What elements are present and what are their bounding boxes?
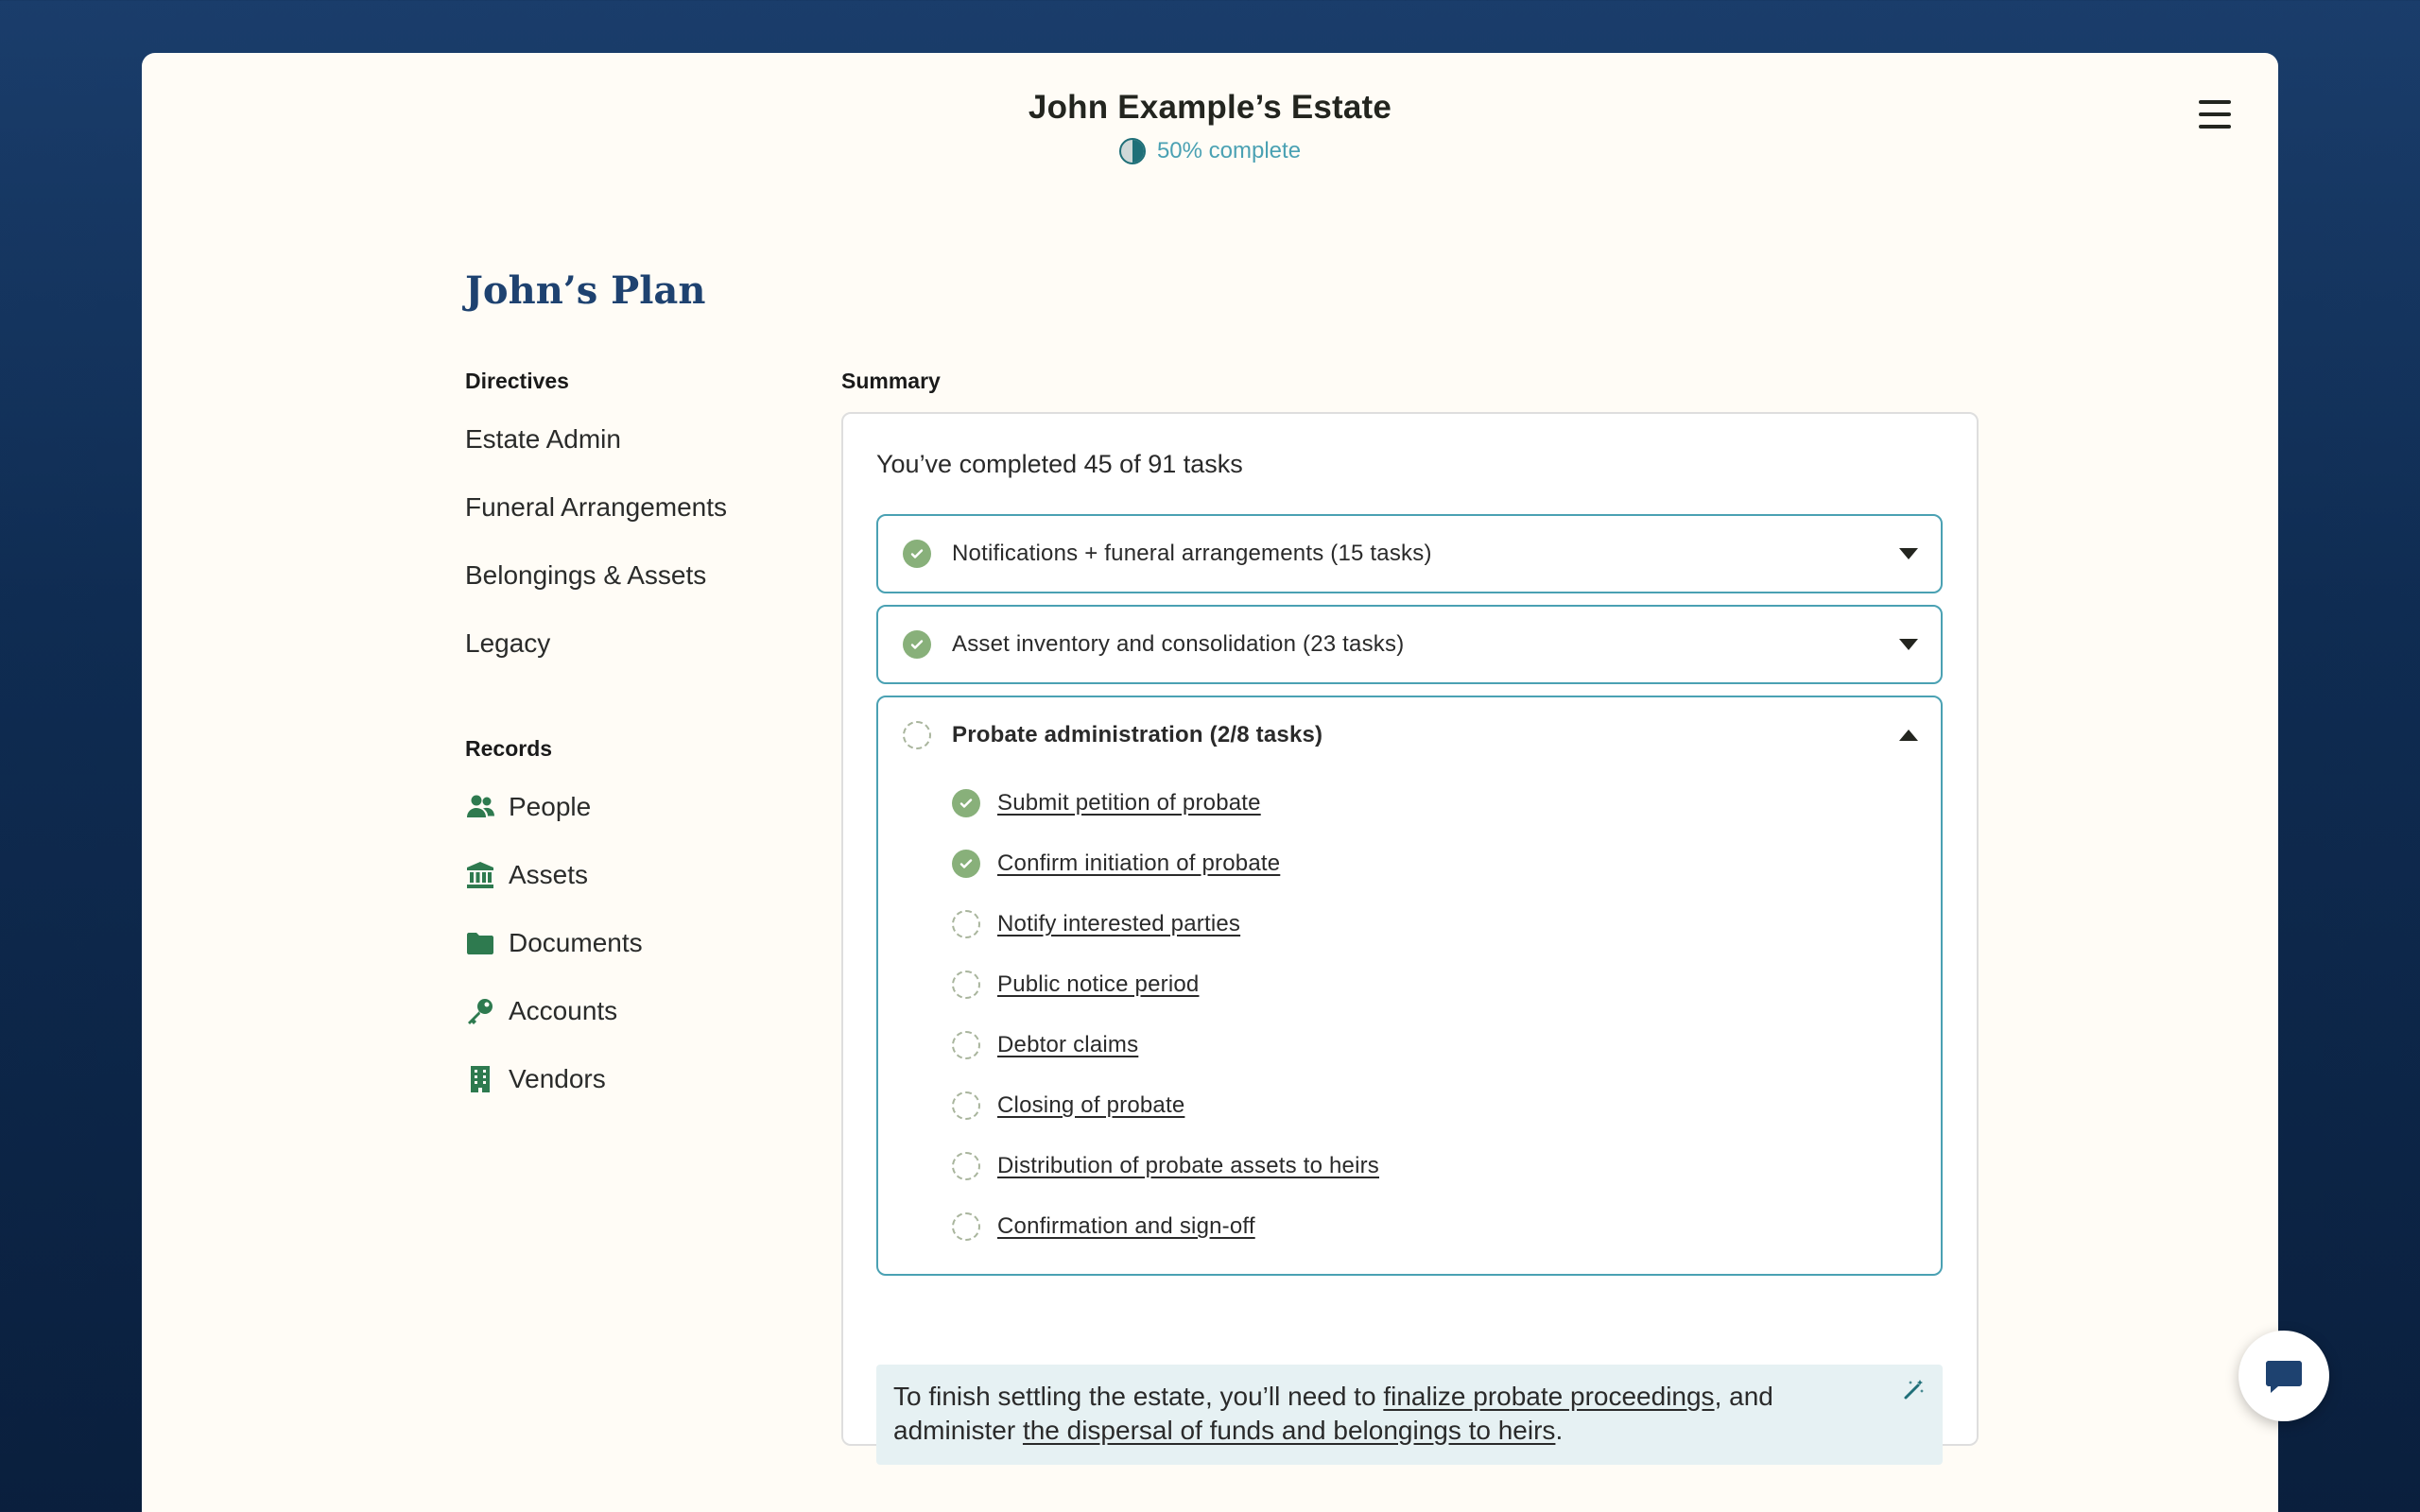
sidebar-item-belongings-assets[interactable]: Belongings & Assets bbox=[465, 541, 786, 610]
next-steps-info-box: To finish settling the estate, you’ll ne… bbox=[876, 1365, 1943, 1465]
check-circle-icon bbox=[952, 789, 980, 817]
sidebar-item-label: Estate Admin bbox=[465, 424, 621, 454]
task-link[interactable]: Distribution of probate assets to heirs bbox=[997, 1153, 1379, 1179]
sidebar-item-funeral-arrangements[interactable]: Funeral Arrangements bbox=[465, 473, 786, 541]
chevron-up-icon[interactable] bbox=[1899, 730, 1918, 741]
info-text: To finish settling the estate, you’ll ne… bbox=[893, 1382, 1384, 1411]
pending-circle-icon bbox=[952, 1212, 980, 1241]
summary-label: Summary bbox=[841, 369, 941, 393]
sidebar-item-label: Vendors bbox=[509, 1064, 606, 1093]
task-group-header[interactable]: Probate administration (2/8 tasks) bbox=[878, 697, 1941, 773]
progress-text: 50% complete bbox=[1156, 138, 1302, 163]
chevron-down-icon[interactable] bbox=[1899, 548, 1918, 559]
task-group-probate: Probate administration (2/8 tasks) Submi… bbox=[876, 696, 1943, 1276]
records-label: Records bbox=[465, 736, 553, 761]
list-item: Debtor claims bbox=[952, 1015, 1941, 1075]
list-item: Confirm initiation of probate bbox=[952, 833, 1941, 894]
magic-wand-icon bbox=[1904, 1380, 1924, 1400]
sidebar-item-assets[interactable]: Assets bbox=[465, 841, 786, 909]
sidebar-item-accounts[interactable]: Accounts bbox=[465, 977, 786, 1045]
sidebar-item-vendors[interactable]: Vendors bbox=[465, 1045, 786, 1113]
task-link[interactable]: Notify interested parties bbox=[997, 911, 1240, 937]
progress-ring-icon bbox=[1118, 138, 1146, 164]
sidebar-item-documents[interactable]: Documents bbox=[465, 909, 786, 977]
building-icon bbox=[465, 1064, 495, 1094]
sidebar: Directives Estate Admin Funeral Arrangem… bbox=[465, 369, 786, 1113]
app-card: John Example’s Estate 50% complete John’… bbox=[142, 53, 2278, 1512]
chat-bubble-icon bbox=[2266, 1361, 2302, 1393]
pending-circle-icon bbox=[903, 721, 931, 749]
task-link[interactable]: Confirm initiation of probate bbox=[997, 850, 1280, 877]
sidebar-item-label: Documents bbox=[509, 928, 643, 957]
info-text: . bbox=[1555, 1416, 1564, 1445]
task-link[interactable]: Submit petition of probate bbox=[997, 790, 1261, 816]
records-list: People Assets Documents Accounts Vendors bbox=[465, 773, 786, 1113]
list-item: Distribution of probate assets to heirs bbox=[952, 1136, 1941, 1196]
chevron-down-icon[interactable] bbox=[1899, 639, 1918, 650]
sidebar-item-label: Belongings & Assets bbox=[465, 560, 707, 590]
check-circle-icon bbox=[903, 540, 931, 568]
dispersal-link[interactable]: the dispersal of funds and belongings to… bbox=[1023, 1416, 1556, 1445]
summary-card: You’ve completed 45 of 91 tasks Notifica… bbox=[841, 412, 1979, 1465]
sidebar-item-legacy[interactable]: Legacy bbox=[465, 610, 786, 678]
sidebar-item-label: Assets bbox=[509, 860, 589, 889]
sidebar-item-label: Funeral Arrangements bbox=[465, 492, 728, 522]
folder-icon bbox=[465, 928, 495, 958]
list-item: Notify interested parties bbox=[952, 894, 1941, 954]
task-group-asset-inventory: Asset inventory and consolidation (23 ta… bbox=[876, 605, 1943, 684]
pending-circle-icon bbox=[952, 1091, 980, 1120]
key-icon bbox=[465, 996, 495, 1026]
directives-list: Estate Admin Funeral Arrangements Belong… bbox=[465, 405, 786, 678]
list-item: Closing of probate bbox=[952, 1075, 1941, 1136]
task-link[interactable]: Confirmation and sign-off bbox=[997, 1213, 1255, 1240]
sidebar-item-label: People bbox=[509, 792, 592, 821]
sidebar-item-people[interactable]: People bbox=[465, 773, 786, 841]
hamburger-menu-icon[interactable] bbox=[2199, 100, 2231, 129]
list-item: Public notice period bbox=[952, 954, 1941, 1015]
people-icon bbox=[465, 792, 495, 822]
pending-circle-icon bbox=[952, 910, 980, 938]
finalize-probate-link[interactable]: finalize probate proceedings bbox=[1383, 1382, 1714, 1411]
progress-indicator: 50% complete bbox=[142, 138, 2278, 164]
task-link[interactable]: Public notice period bbox=[997, 971, 1199, 998]
header: John Example’s Estate 50% complete bbox=[142, 89, 2278, 164]
sidebar-item-label: Legacy bbox=[465, 628, 551, 658]
sidebar-item-label: Accounts bbox=[509, 996, 618, 1025]
bank-icon bbox=[465, 860, 495, 890]
check-circle-icon bbox=[952, 850, 980, 878]
task-group-header[interactable]: Asset inventory and consolidation (23 ta… bbox=[878, 607, 1941, 682]
probate-task-list: Submit petition of probate Confirm initi… bbox=[878, 773, 1941, 1274]
check-circle-icon bbox=[903, 630, 931, 659]
task-link[interactable]: Debtor claims bbox=[997, 1032, 1138, 1058]
task-link[interactable]: Closing of probate bbox=[997, 1092, 1184, 1119]
task-group-title: Notifications + funeral arrangements (15… bbox=[952, 541, 1432, 566]
estate-title: John Example’s Estate bbox=[1028, 89, 1392, 126]
sidebar-item-estate-admin[interactable]: Estate Admin bbox=[465, 405, 786, 473]
plan-title: John’s Plan bbox=[465, 268, 706, 313]
task-group-notifications: Notifications + funeral arrangements (15… bbox=[876, 514, 1943, 593]
tasks-completed-text: You’ve completed 45 of 91 tasks bbox=[876, 450, 1243, 478]
directives-label: Directives bbox=[465, 369, 569, 393]
task-group-title: Probate administration (2/8 tasks) bbox=[952, 722, 1323, 747]
pending-circle-icon bbox=[952, 1152, 980, 1180]
list-item: Confirmation and sign-off bbox=[952, 1196, 1941, 1257]
chat-button[interactable] bbox=[2238, 1331, 2329, 1421]
pending-circle-icon bbox=[952, 1031, 980, 1059]
task-group-header[interactable]: Notifications + funeral arrangements (15… bbox=[878, 516, 1941, 592]
pending-circle-icon bbox=[952, 971, 980, 999]
task-group-title: Asset inventory and consolidation (23 ta… bbox=[952, 631, 1405, 657]
list-item: Submit petition of probate bbox=[952, 773, 1941, 833]
